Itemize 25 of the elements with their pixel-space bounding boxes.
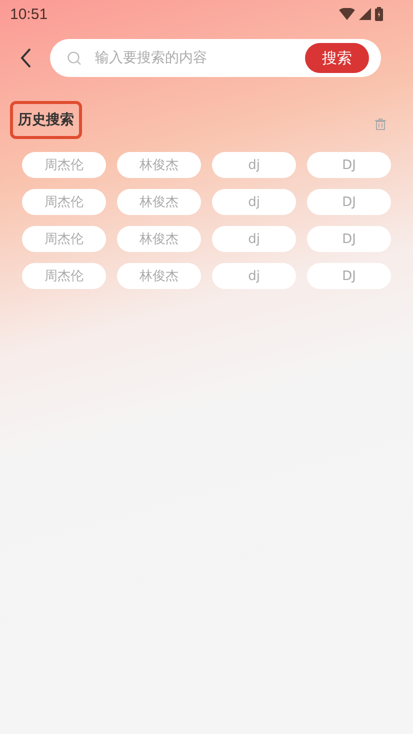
history-chip[interactable]: 周杰伦 <box>22 263 106 289</box>
history-chip[interactable]: 周杰伦 <box>22 189 106 215</box>
history-chip[interactable]: DJ <box>307 189 391 215</box>
history-chip[interactable]: 周杰伦 <box>22 226 106 252</box>
history-chip[interactable]: dj <box>212 226 296 252</box>
history-chip[interactable]: 林俊杰 <box>117 152 201 178</box>
history-chip[interactable]: dj <box>212 152 296 178</box>
wifi-icon <box>339 8 355 20</box>
back-icon[interactable] <box>20 48 32 68</box>
history-chip[interactable]: DJ <box>307 263 391 289</box>
history-chip[interactable]: DJ <box>307 226 391 252</box>
history-chip[interactable]: 周杰伦 <box>22 152 106 178</box>
history-chip[interactable]: 林俊杰 <box>117 189 201 215</box>
history-chip[interactable]: 林俊杰 <box>117 226 201 252</box>
battery-icon <box>375 7 383 21</box>
history-chip[interactable]: 林俊杰 <box>117 263 201 289</box>
search-button[interactable]: 搜索 <box>305 43 369 73</box>
history-chip[interactable]: dj <box>212 189 296 215</box>
section-title: 历史搜索 <box>10 101 82 139</box>
search-icon <box>67 50 82 66</box>
history-chip[interactable]: DJ <box>307 152 391 178</box>
status-time: 10:51 <box>10 6 48 22</box>
search-field[interactable]: 输入要搜索的内容 搜索 <box>50 39 381 77</box>
signal-icon <box>359 8 371 20</box>
history-chip[interactable]: dj <box>212 263 296 289</box>
